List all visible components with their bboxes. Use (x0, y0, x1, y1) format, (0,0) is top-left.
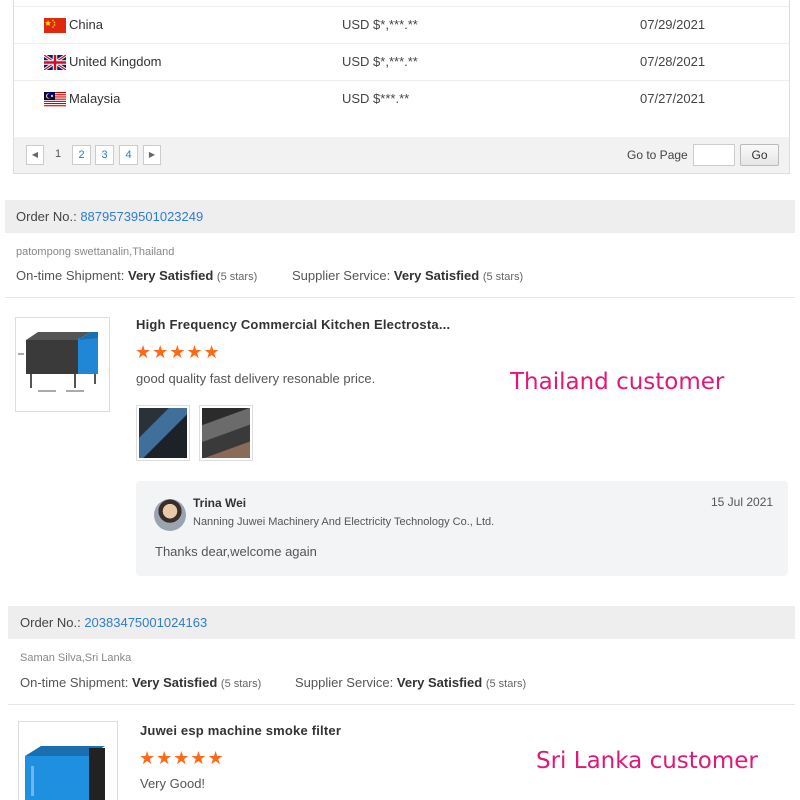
service-stars: (5 stars) (482, 271, 524, 283)
transaction-row: Malaysia USD $***.** 07/27/2021 (14, 80, 789, 117)
review-photo[interactable] (136, 405, 190, 461)
divider (5, 297, 795, 298)
transaction-row: China USD $*,***.** 07/29/2021 (14, 6, 789, 43)
goto-page-input[interactable] (693, 144, 735, 166)
esp-machine-image (25, 746, 105, 800)
review-comment: Very Good! (140, 776, 206, 791)
product-thumbnail[interactable] (18, 721, 118, 800)
reply-date: 15 Jul 2021 (711, 495, 774, 509)
transaction-history-panel: China USD $*,***.** 07/29/2021 United Ki… (13, 0, 790, 174)
shipment-stars: (5 stars) (220, 678, 262, 690)
shipment-stars: (5 stars) (216, 271, 258, 283)
order-label: Order No.: (16, 209, 77, 224)
uk-flag-icon (44, 55, 66, 70)
service-label: Supplier Service: (295, 675, 394, 690)
review-comment: good quality fast delivery resonable pri… (136, 371, 376, 386)
transaction-date: 07/28/2021 (640, 54, 706, 69)
rating-stars: ★★★★★ (135, 342, 221, 362)
next-page-button[interactable]: ▶ (143, 145, 161, 165)
service-value: Very Satisfied (393, 268, 480, 283)
product-title-link[interactable]: High Frequency Commercial Kitchen Electr… (136, 317, 450, 332)
reply-company-name: Nanning Juwei Machinery And Electricity … (193, 516, 495, 528)
transaction-amount: USD $***.** (342, 91, 410, 106)
china-flag-icon (44, 18, 66, 33)
page-4-button[interactable]: 4 (119, 145, 138, 165)
transaction-date: 07/29/2021 (640, 17, 706, 32)
page-3-button[interactable]: 3 (95, 145, 114, 165)
avatar (154, 499, 186, 531)
service-rating: Supplier Service: Very Satisfied (5 star… (295, 675, 526, 690)
service-label: Supplier Service: (292, 268, 391, 283)
goto-page-label: Go to Page (627, 148, 688, 162)
order-number-link[interactable]: 88795739501023249 (80, 209, 203, 224)
shipment-value: Very Satisfied (128, 268, 214, 283)
country-name: China (69, 17, 103, 32)
country-name: Malaysia (69, 91, 121, 106)
review-photo[interactable] (199, 405, 253, 461)
order-number-link[interactable]: 20383475001024163 (84, 615, 207, 630)
product-thumbnail[interactable] (15, 317, 110, 412)
product-title-link[interactable]: Juwei esp machine smoke filter (140, 723, 341, 738)
shipment-rating: On-time Shipment: Very Satisfied (5 star… (20, 675, 261, 690)
rating-stars: ★★★★★ (139, 748, 225, 768)
go-button[interactable]: Go (740, 144, 779, 166)
malaysia-flag-icon (44, 92, 66, 107)
reply-text: Thanks dear,welcome again (155, 544, 317, 559)
service-rating: Supplier Service: Very Satisfied (5 star… (292, 268, 523, 283)
divider (8, 704, 795, 705)
transaction-amount: USD $*,***.** (342, 17, 418, 32)
prev-page-button[interactable]: ◀ (26, 145, 44, 165)
reply-author-name: Trina Wei (193, 496, 247, 510)
supplier-reply: Trina Wei Nanning Juwei Machinery And El… (136, 481, 788, 576)
service-stars: (5 stars) (485, 678, 527, 690)
shipment-label: On-time Shipment: (16, 268, 125, 283)
order-label: Order No.: (20, 615, 81, 630)
transaction-amount: USD $*,***.** (342, 54, 418, 69)
pagination-bar: ◀ 1 2 3 4 ▶ Go to Page Go (14, 137, 789, 173)
country-name: United Kingdom (69, 54, 162, 69)
buyer-name: patompong swettanalin,Thailand (16, 246, 175, 258)
transaction-row: United Kingdom USD $*,***.** 07/28/2021 (14, 43, 789, 80)
buyer-name: Saman Silva,Sri Lanka (20, 652, 132, 664)
shipment-label: On-time Shipment: (20, 675, 129, 690)
page-2-button[interactable]: 2 (72, 145, 91, 165)
service-value: Very Satisfied (396, 675, 483, 690)
page-1-current: 1 (54, 148, 62, 160)
esp-machine-image (18, 332, 98, 392)
shipment-rating: On-time Shipment: Very Satisfied (5 star… (16, 268, 257, 283)
order-header: Order No.: 20383475001024163 (8, 606, 795, 639)
order-header: Order No.: 88795739501023249 (5, 200, 795, 233)
customer-annotation: Sri Lanka customer (536, 748, 758, 774)
shipment-value: Very Satisfied (132, 675, 218, 690)
transaction-date: 07/27/2021 (640, 91, 706, 106)
customer-annotation: Thailand customer (510, 369, 725, 395)
